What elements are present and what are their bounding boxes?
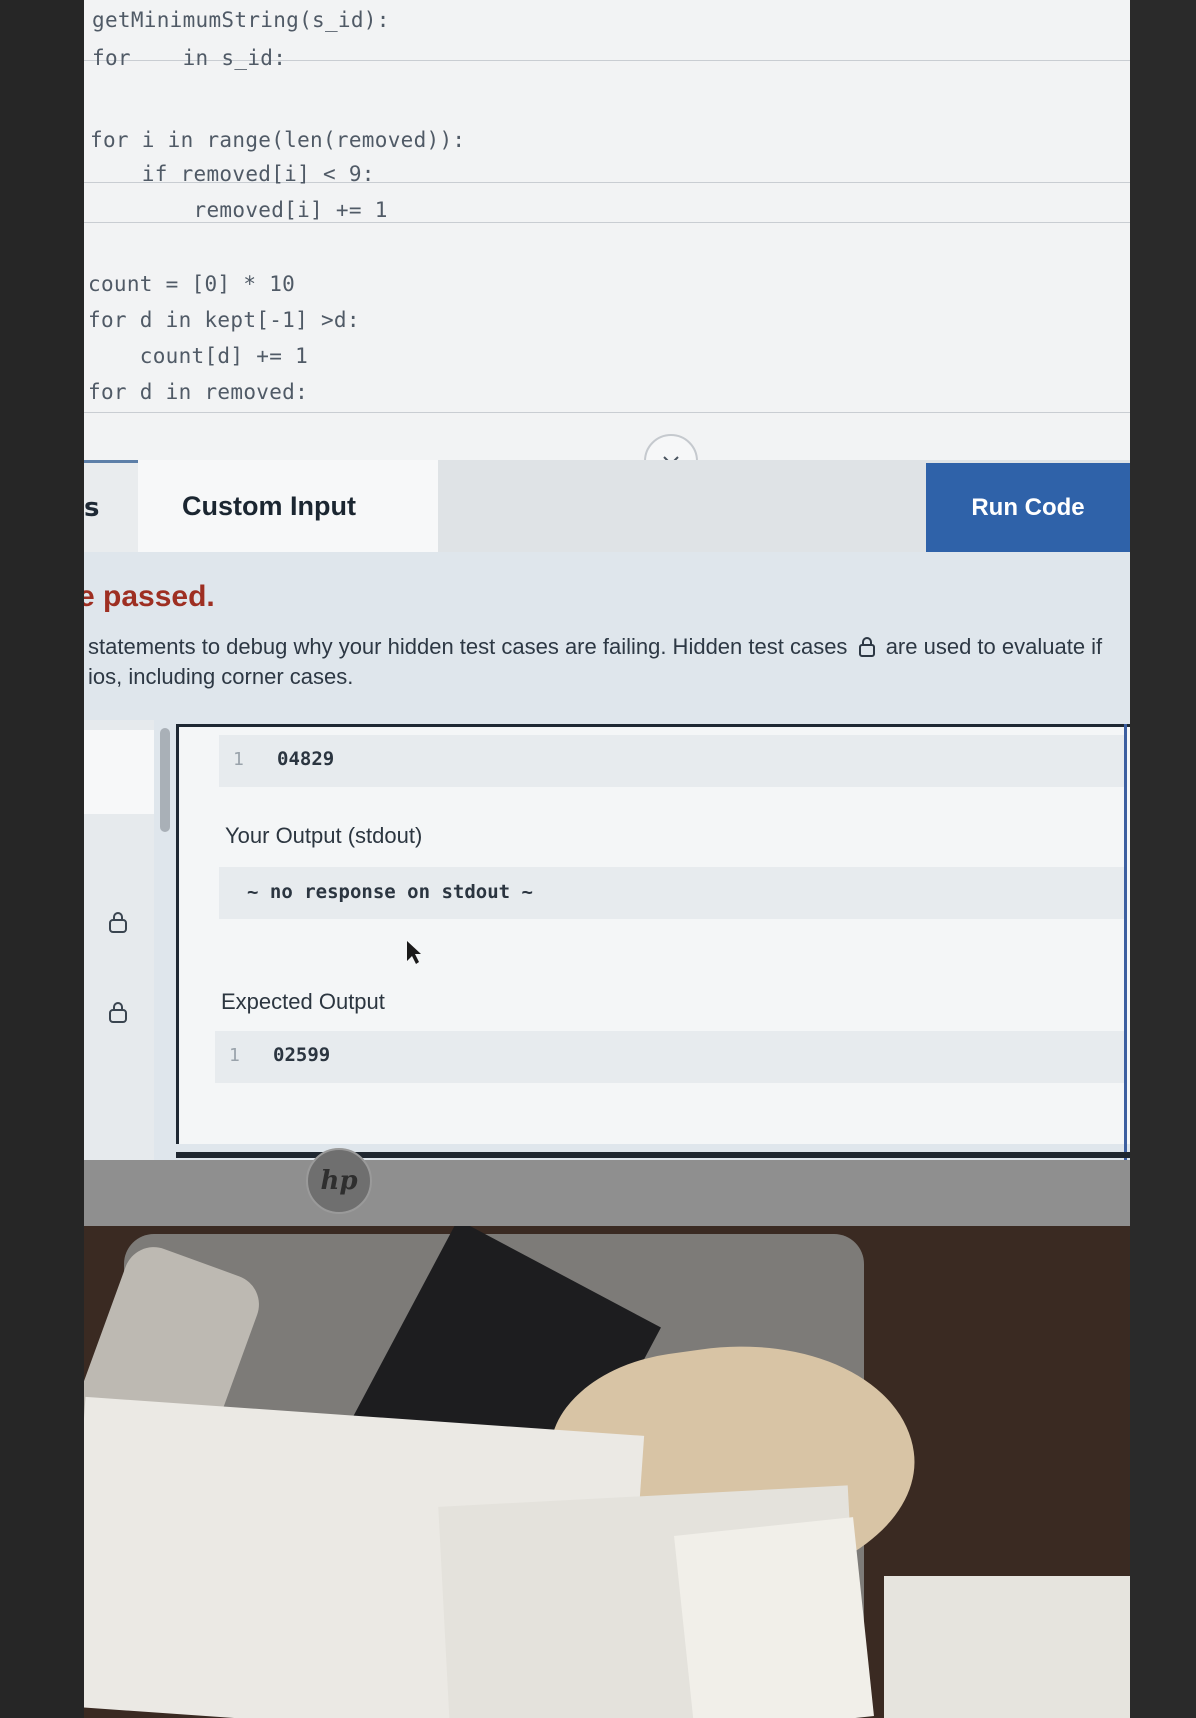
test-case-list: [84, 720, 154, 1160]
hp-logo: hp: [306, 1148, 372, 1214]
debug-hint: statements to debug why your hidden test…: [88, 632, 1102, 692]
monitor-screen: getMinimumString(s_id): for in s_id: for…: [84, 0, 1130, 1160]
editor-rule: [84, 222, 1130, 223]
your-output-label: Your Output (stdout): [225, 823, 423, 848]
lock-icon: [109, 912, 127, 933]
tab-test-results-label: s: [84, 493, 100, 523]
test-case-detail: 1 04829 Your Output (stdout) ~ no respon…: [176, 724, 1130, 1144]
code-line-5: removed[i] += 1: [90, 198, 388, 222]
tab-custom-input[interactable]: Custom Input: [138, 460, 438, 552]
expected-line-number: 1: [229, 1045, 240, 1066]
run-code-button[interactable]: Run Code: [926, 463, 1130, 552]
code-line-4: if removed[i] < 9:: [90, 162, 375, 186]
debug-hint-line1: statements to debug why your hidden test…: [88, 634, 848, 659]
receipt: [674, 1517, 874, 1718]
lock-icon: [858, 637, 875, 657]
code-line-2: for in s_id:: [92, 46, 287, 70]
monitor-bezel: [84, 1160, 1130, 1226]
expected-value: 02599: [273, 1044, 331, 1066]
expected-output-label: Expected Output: [221, 989, 385, 1014]
input-value: 04829: [277, 748, 335, 770]
input-line-number: 1: [233, 749, 244, 770]
your-output-codebox: ~ no response on stdout ~: [219, 867, 1127, 919]
lock-icon: [109, 1002, 127, 1023]
your-output-value: ~ no response on stdout ~: [247, 881, 533, 903]
result-status: e passed.: [84, 580, 215, 613]
tab-custom-input-label: Custom Input: [182, 490, 356, 521]
scrollbar[interactable]: [160, 728, 170, 832]
editor-rule: [84, 412, 1130, 413]
right-letterbox: [1130, 0, 1196, 1718]
mouse-cursor-icon: [407, 941, 421, 964]
expected-output-codebox: 1 02599: [215, 1031, 1127, 1083]
test-case-item[interactable]: [84, 730, 154, 814]
code-line-9: for d in removed:: [88, 380, 309, 404]
code-line-8: count[d] += 1: [88, 344, 309, 368]
code-line-6: count = [0] * 10: [88, 272, 296, 296]
left-letterbox: [0, 0, 84, 1718]
test-results-panel: e passed. statements to debug why your h…: [84, 552, 1130, 1160]
code-line-1: getMinimumString(s_id):: [92, 8, 390, 32]
tab-test-results[interactable]: s: [84, 460, 138, 552]
panel-right-border: [1124, 724, 1127, 1160]
code-editor[interactable]: getMinimumString(s_id): for in s_id: for…: [84, 0, 1130, 488]
code-line-3: for i in range(len(removed)):: [90, 128, 466, 152]
debug-hint-line1-end: are used to evaluate if: [885, 634, 1103, 659]
paper-right: [884, 1576, 1130, 1718]
desk-photo: [84, 1226, 1130, 1718]
debug-hint-line2: ios, including corner cases.: [88, 664, 354, 689]
bottom-tabbar: s Custom Input Run Code: [84, 460, 1130, 552]
input-codebox: 1 04829: [219, 735, 1127, 787]
code-line-7: for d in kept[-1] >d:: [88, 308, 360, 332]
